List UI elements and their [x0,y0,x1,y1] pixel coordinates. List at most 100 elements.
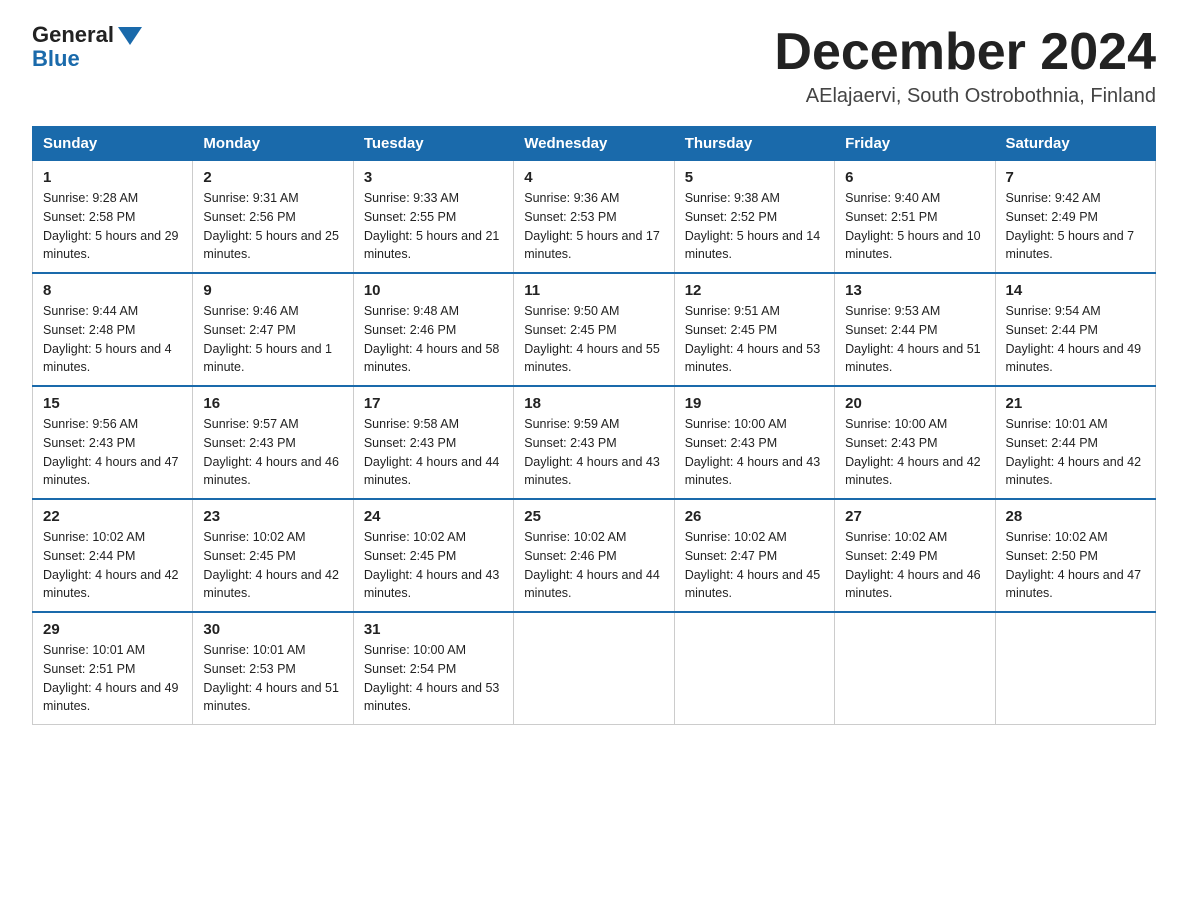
day-number: 11 [524,282,663,299]
day-number: 7 [1006,169,1145,186]
day-number: 29 [43,621,182,638]
calendar-cell: 5 Sunrise: 9:38 AMSunset: 2:52 PMDayligh… [674,161,834,274]
calendar-cell: 26 Sunrise: 10:02 AMSunset: 2:47 PMDayli… [674,499,834,612]
calendar-table: SundayMondayTuesdayWednesdayThursdayFrid… [32,126,1156,725]
day-header-tuesday: Tuesday [353,127,513,161]
day-info: Sunrise: 9:38 AMSunset: 2:52 PMDaylight:… [685,191,821,261]
day-number: 18 [524,395,663,412]
day-info: Sunrise: 9:36 AMSunset: 2:53 PMDaylight:… [524,191,660,261]
day-number: 28 [1006,508,1145,525]
day-number: 17 [364,395,503,412]
day-number: 19 [685,395,824,412]
calendar-cell: 4 Sunrise: 9:36 AMSunset: 2:53 PMDayligh… [514,161,674,274]
day-info: Sunrise: 9:28 AMSunset: 2:58 PMDaylight:… [43,191,179,261]
day-header-monday: Monday [193,127,353,161]
day-number: 9 [203,282,342,299]
calendar-cell: 22 Sunrise: 10:02 AMSunset: 2:44 PMDayli… [33,499,193,612]
calendar-header: SundayMondayTuesdayWednesdayThursdayFrid… [33,127,1156,161]
day-info: Sunrise: 10:02 AMSunset: 2:50 PMDaylight… [1006,530,1142,600]
calendar-cell: 19 Sunrise: 10:00 AMSunset: 2:43 PMDayli… [674,386,834,499]
day-info: Sunrise: 9:50 AMSunset: 2:45 PMDaylight:… [524,304,660,374]
calendar-cell [514,612,674,725]
day-info: Sunrise: 10:02 AMSunset: 2:49 PMDaylight… [845,530,981,600]
calendar-body: 1 Sunrise: 9:28 AMSunset: 2:58 PMDayligh… [33,161,1156,725]
day-info: Sunrise: 9:48 AMSunset: 2:46 PMDaylight:… [364,304,500,374]
page-header: General Blue December 2024 AElajaervi, S… [32,24,1156,108]
calendar-cell: 7 Sunrise: 9:42 AMSunset: 2:49 PMDayligh… [995,161,1155,274]
day-info: Sunrise: 9:54 AMSunset: 2:44 PMDaylight:… [1006,304,1142,374]
calendar-cell: 18 Sunrise: 9:59 AMSunset: 2:43 PMDaylig… [514,386,674,499]
day-info: Sunrise: 9:40 AMSunset: 2:51 PMDaylight:… [845,191,981,261]
day-number: 2 [203,169,342,186]
calendar-cell: 12 Sunrise: 9:51 AMSunset: 2:45 PMDaylig… [674,273,834,386]
calendar-cell: 24 Sunrise: 10:02 AMSunset: 2:45 PMDayli… [353,499,513,612]
day-info: Sunrise: 9:42 AMSunset: 2:49 PMDaylight:… [1006,191,1135,261]
calendar-cell: 9 Sunrise: 9:46 AMSunset: 2:47 PMDayligh… [193,273,353,386]
calendar-cell: 6 Sunrise: 9:40 AMSunset: 2:51 PMDayligh… [835,161,995,274]
day-info: Sunrise: 9:44 AMSunset: 2:48 PMDaylight:… [43,304,172,374]
calendar-week-row: 15 Sunrise: 9:56 AMSunset: 2:43 PMDaylig… [33,386,1156,499]
day-info: Sunrise: 9:58 AMSunset: 2:43 PMDaylight:… [364,417,500,487]
logo-arrow-icon [118,27,142,45]
day-info: Sunrise: 10:02 AMSunset: 2:44 PMDaylight… [43,530,179,600]
day-number: 8 [43,282,182,299]
day-number: 10 [364,282,503,299]
calendar-cell: 31 Sunrise: 10:00 AMSunset: 2:54 PMDayli… [353,612,513,725]
title-block: December 2024 AElajaervi, South Ostrobot… [774,24,1156,108]
calendar-cell: 23 Sunrise: 10:02 AMSunset: 2:45 PMDayli… [193,499,353,612]
day-info: Sunrise: 9:57 AMSunset: 2:43 PMDaylight:… [203,417,339,487]
day-number: 15 [43,395,182,412]
calendar-cell: 10 Sunrise: 9:48 AMSunset: 2:46 PMDaylig… [353,273,513,386]
day-info: Sunrise: 10:01 AMSunset: 2:51 PMDaylight… [43,643,179,713]
calendar-cell: 14 Sunrise: 9:54 AMSunset: 2:44 PMDaylig… [995,273,1155,386]
day-number: 27 [845,508,984,525]
day-number: 1 [43,169,182,186]
day-header-row: SundayMondayTuesdayWednesdayThursdayFrid… [33,127,1156,161]
day-info: Sunrise: 10:00 AMSunset: 2:43 PMDaylight… [845,417,981,487]
calendar-cell: 21 Sunrise: 10:01 AMSunset: 2:44 PMDayli… [995,386,1155,499]
day-info: Sunrise: 10:02 AMSunset: 2:45 PMDaylight… [203,530,339,600]
day-info: Sunrise: 9:51 AMSunset: 2:45 PMDaylight:… [685,304,821,374]
day-header-thursday: Thursday [674,127,834,161]
day-header-sunday: Sunday [33,127,193,161]
calendar-cell [835,612,995,725]
day-info: Sunrise: 10:00 AMSunset: 2:43 PMDaylight… [685,417,821,487]
day-number: 31 [364,621,503,638]
day-info: Sunrise: 9:46 AMSunset: 2:47 PMDaylight:… [203,304,332,374]
day-number: 4 [524,169,663,186]
day-number: 23 [203,508,342,525]
day-number: 6 [845,169,984,186]
calendar-week-row: 29 Sunrise: 10:01 AMSunset: 2:51 PMDayli… [33,612,1156,725]
calendar-cell: 16 Sunrise: 9:57 AMSunset: 2:43 PMDaylig… [193,386,353,499]
calendar-cell: 28 Sunrise: 10:02 AMSunset: 2:50 PMDayli… [995,499,1155,612]
day-info: Sunrise: 10:02 AMSunset: 2:45 PMDaylight… [364,530,500,600]
day-number: 20 [845,395,984,412]
calendar-cell: 8 Sunrise: 9:44 AMSunset: 2:48 PMDayligh… [33,273,193,386]
calendar-week-row: 1 Sunrise: 9:28 AMSunset: 2:58 PMDayligh… [33,161,1156,274]
day-number: 13 [845,282,984,299]
day-header-saturday: Saturday [995,127,1155,161]
day-info: Sunrise: 10:02 AMSunset: 2:47 PMDaylight… [685,530,821,600]
day-info: Sunrise: 9:59 AMSunset: 2:43 PMDaylight:… [524,417,660,487]
day-number: 5 [685,169,824,186]
calendar-cell: 30 Sunrise: 10:01 AMSunset: 2:53 PMDayli… [193,612,353,725]
calendar-cell: 1 Sunrise: 9:28 AMSunset: 2:58 PMDayligh… [33,161,193,274]
month-title: December 2024 [774,24,1156,81]
day-info: Sunrise: 10:01 AMSunset: 2:53 PMDaylight… [203,643,339,713]
day-number: 22 [43,508,182,525]
day-number: 21 [1006,395,1145,412]
day-number: 30 [203,621,342,638]
calendar-cell: 15 Sunrise: 9:56 AMSunset: 2:43 PMDaylig… [33,386,193,499]
day-info: Sunrise: 9:33 AMSunset: 2:55 PMDaylight:… [364,191,500,261]
day-number: 24 [364,508,503,525]
logo-general-text: General [32,24,114,46]
calendar-cell [674,612,834,725]
day-number: 12 [685,282,824,299]
day-header-friday: Friday [835,127,995,161]
day-number: 16 [203,395,342,412]
calendar-cell: 27 Sunrise: 10:02 AMSunset: 2:49 PMDayli… [835,499,995,612]
calendar-cell: 29 Sunrise: 10:01 AMSunset: 2:51 PMDayli… [33,612,193,725]
calendar-week-row: 22 Sunrise: 10:02 AMSunset: 2:44 PMDayli… [33,499,1156,612]
day-number: 14 [1006,282,1145,299]
day-info: Sunrise: 9:31 AMSunset: 2:56 PMDaylight:… [203,191,339,261]
